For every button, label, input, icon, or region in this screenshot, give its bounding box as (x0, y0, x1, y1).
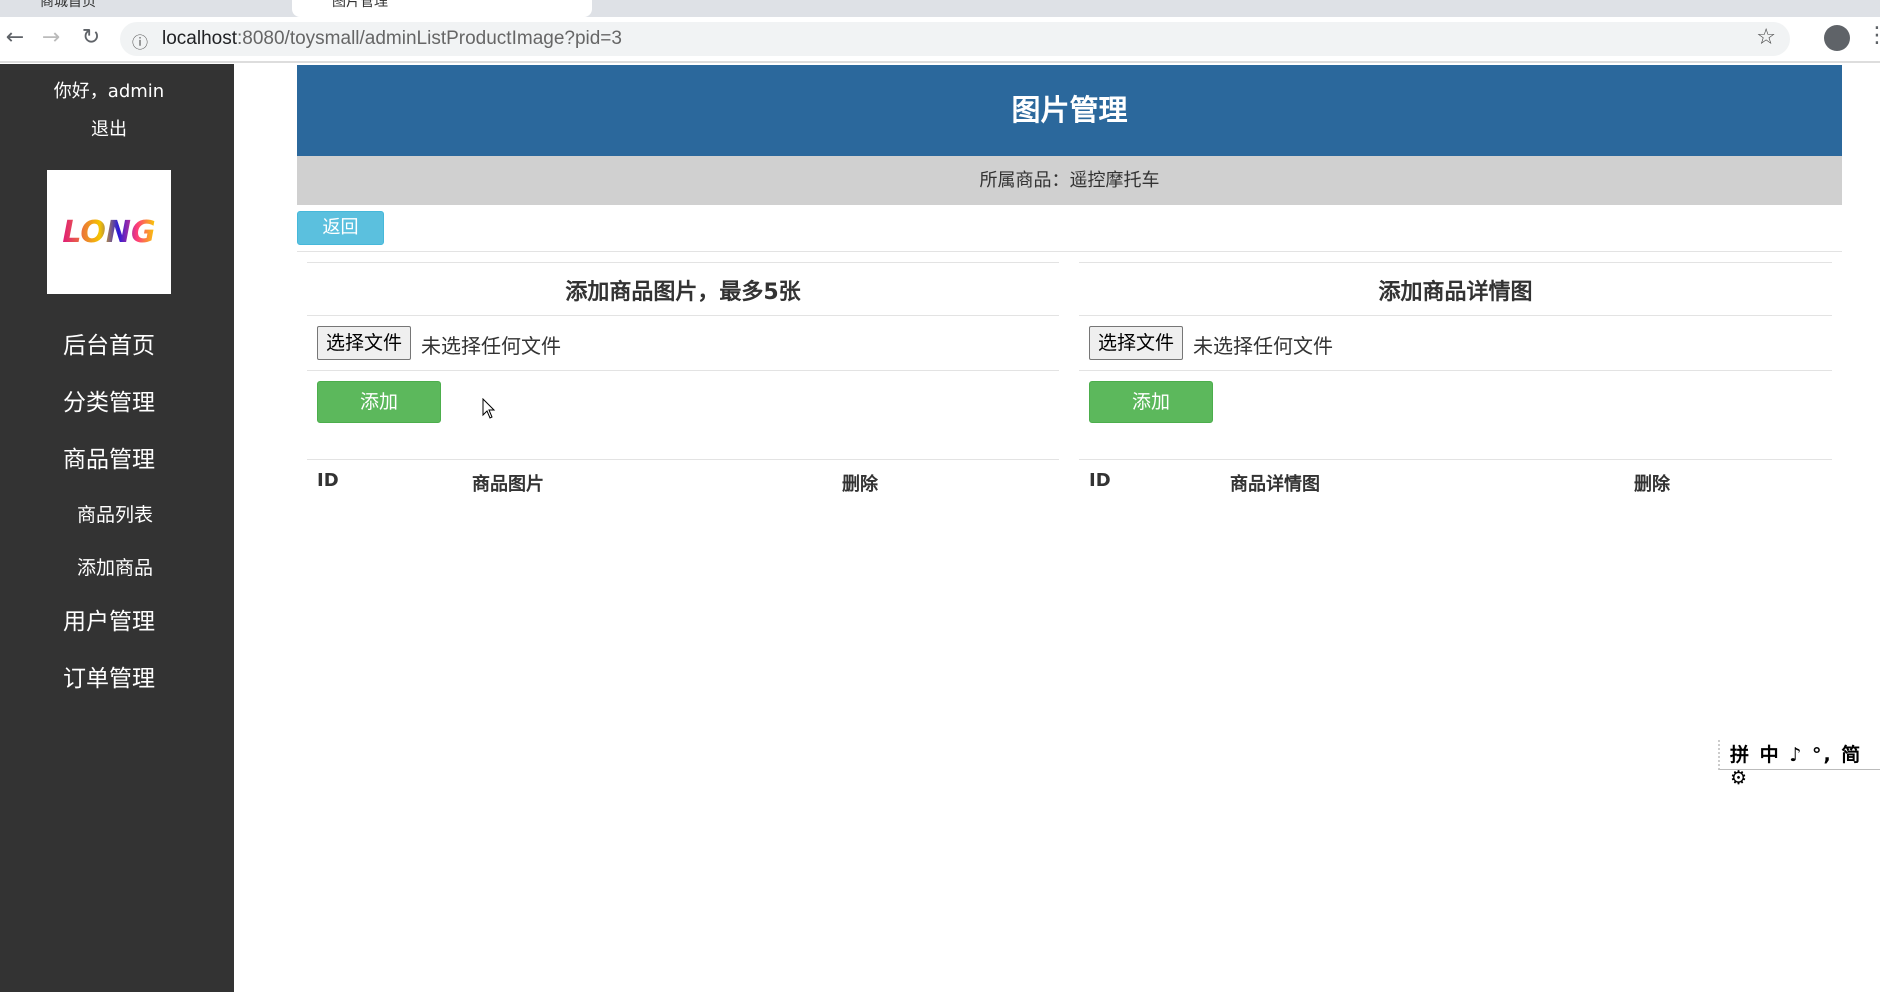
reload-icon[interactable]: ↻ (76, 25, 106, 50)
address-bar[interactable]: ⓘ localhost:8080/toysmall/adminListProdu… (120, 22, 1790, 56)
profile-icon[interactable] (1824, 25, 1850, 51)
browser-tab-bar: 商城首页 图片管理 (0, 0, 1880, 17)
column-header-id: ID (1089, 470, 1111, 491)
logout-link[interactable]: 退出 (0, 115, 218, 141)
forward-arrow-icon[interactable]: → (36, 25, 66, 50)
divider (307, 459, 1059, 460)
bookmark-star-icon[interactable]: ☆ (1756, 25, 1776, 50)
column-header-delete: 删除 (1634, 474, 1670, 495)
product-info: 所属商品：遥控摩托车 (297, 156, 1842, 205)
sidebar-item-orders[interactable]: 订单管理 (0, 659, 218, 693)
sidebar-item-home[interactable]: 后台首页 (0, 326, 218, 360)
add-detail-image-button[interactable]: 添加 (1089, 381, 1213, 423)
page-title: 图片管理 (297, 65, 1842, 156)
sidebar-item-category[interactable]: 分类管理 (0, 383, 218, 417)
column-header-id: ID (317, 470, 339, 491)
logo: LONG (47, 170, 171, 294)
column-header-image: 商品图片 (472, 474, 544, 495)
sidebar-item-add-product[interactable]: 添加商品 (0, 553, 230, 580)
browser-toolbar: ← → ↻ ⓘ localhost:8080/toysmall/adminLis… (0, 17, 1880, 63)
file-status: 未选择任何文件 (1193, 334, 1333, 358)
choose-file-button[interactable]: 选择文件 (1089, 326, 1184, 360)
panel-title: 添加商品详情图 (1378, 280, 1533, 305)
choose-file-button[interactable]: 选择文件 (317, 326, 412, 360)
info-icon: ⓘ (132, 33, 149, 52)
menu-icon[interactable]: ⋮ (1866, 23, 1880, 48)
logo-image: LONG (62, 215, 155, 250)
divider (1079, 262, 1832, 263)
file-status: 未选择任何文件 (421, 334, 561, 358)
panel-title: 添加商品图片，最多5张 (565, 280, 801, 305)
column-header-detail-image: 商品详情图 (1230, 474, 1320, 495)
url-path: :8080/toysmall/adminListProductImage?pid… (237, 28, 622, 49)
detail-image-panel: 添加商品详情图 选择文件 未选择任何文件 添加 ID 商品详情图 删除 (1079, 262, 1832, 495)
sidebar-item-products[interactable]: 商品管理 (0, 440, 218, 474)
divider (297, 251, 1842, 252)
divider (307, 370, 1059, 371)
svg-text:LONG: LONG (62, 215, 155, 250)
product-image-panel: 添加商品图片，最多5张 选择文件 未选择任何文件 添加 ID 商品图片 删除 (307, 262, 1059, 495)
divider (1079, 315, 1832, 316)
sidebar-item-product-list[interactable]: 商品列表 (0, 500, 230, 527)
browser-tab-active[interactable]: 图片管理 (292, 0, 592, 17)
sidebar-item-users[interactable]: 用户管理 (0, 602, 218, 636)
url-text[interactable]: localhost:8080/toysmall/adminListProduct… (162, 28, 622, 50)
back-button[interactable]: 返回 (297, 211, 384, 245)
browser-tab[interactable]: 商城首页 (0, 0, 290, 17)
divider (1079, 459, 1832, 460)
column-header-delete: 删除 (842, 474, 878, 495)
divider (307, 315, 1059, 316)
url-host: localhost (162, 28, 237, 49)
divider (1079, 370, 1832, 371)
greeting: 你好，admin (53, 81, 165, 102)
sidebar: 你好，admin 退出 LONG 后台首页 分类管理 商品管理 商品列表 添加商… (0, 64, 234, 992)
divider (307, 262, 1059, 263)
add-image-button[interactable]: 添加 (317, 381, 441, 423)
back-arrow-icon[interactable]: ← (0, 25, 30, 50)
ime-toolbar[interactable]: 拼 中 ♪ °, 简 ⚙ (1718, 740, 1880, 789)
mouse-cursor-icon (482, 398, 496, 419)
